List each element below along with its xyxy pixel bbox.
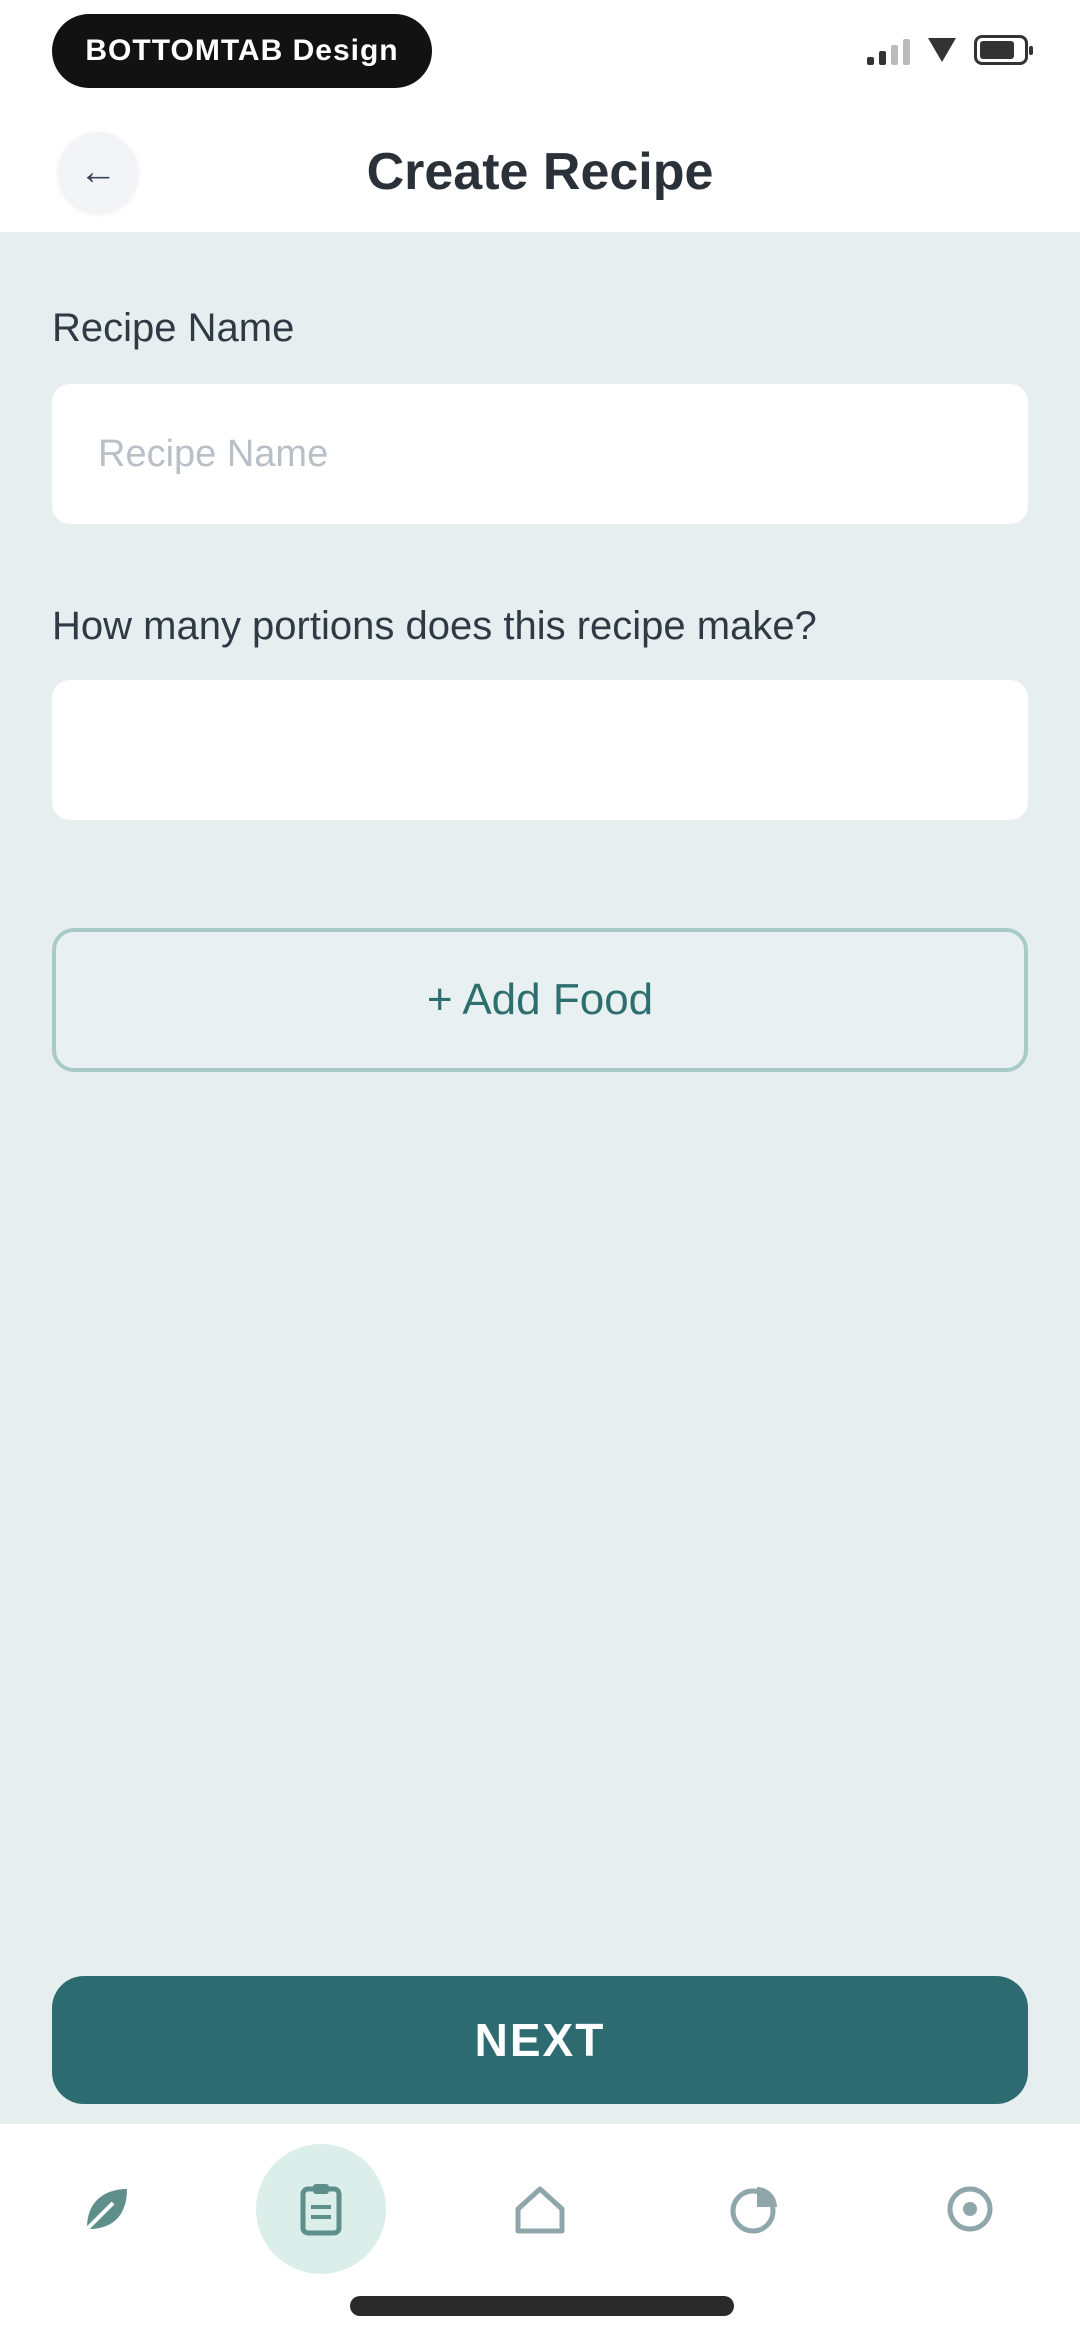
settings-icon bbox=[947, 2186, 993, 2232]
status-icons bbox=[867, 30, 1033, 70]
leaf-icon bbox=[83, 2189, 127, 2233]
recipe-name-label: Recipe Name bbox=[52, 306, 295, 350]
top-bar: BOTTOMTAB Design ← Create Recipe bbox=[0, 0, 1080, 232]
portions-input[interactable] bbox=[52, 680, 1028, 820]
page-title: Create Recipe bbox=[366, 143, 714, 201]
pie-chart-icon bbox=[730, 2187, 777, 2234]
home-indicator bbox=[350, 2296, 734, 2316]
nav-item-settings[interactable] bbox=[905, 2144, 1035, 2274]
nav-item-leaf[interactable] bbox=[40, 2144, 170, 2274]
battery-icon bbox=[974, 35, 1033, 65]
back-button[interactable]: ← bbox=[58, 132, 138, 212]
portions-label: How many portions does this recipe make? bbox=[52, 604, 817, 648]
status-pill-text: BOTTOMTAB Design bbox=[85, 34, 399, 67]
wifi-icon bbox=[928, 38, 956, 62]
home-icon bbox=[515, 2186, 565, 2234]
recipe-name-input[interactable] bbox=[52, 384, 1028, 524]
next-button[interactable]: NEXT bbox=[52, 1976, 1028, 2104]
signal-icon bbox=[867, 35, 910, 65]
clipboard-icon bbox=[300, 2184, 342, 2236]
nav-item-home[interactable] bbox=[475, 2144, 605, 2274]
arrow-left-icon: ← bbox=[79, 151, 117, 193]
status-pill: BOTTOMTAB Design bbox=[52, 14, 432, 88]
nav-item-recipes[interactable] bbox=[256, 2144, 386, 2274]
add-food-button[interactable]: + Add Food bbox=[52, 928, 1028, 1072]
nav-item-stats[interactable] bbox=[690, 2144, 820, 2274]
